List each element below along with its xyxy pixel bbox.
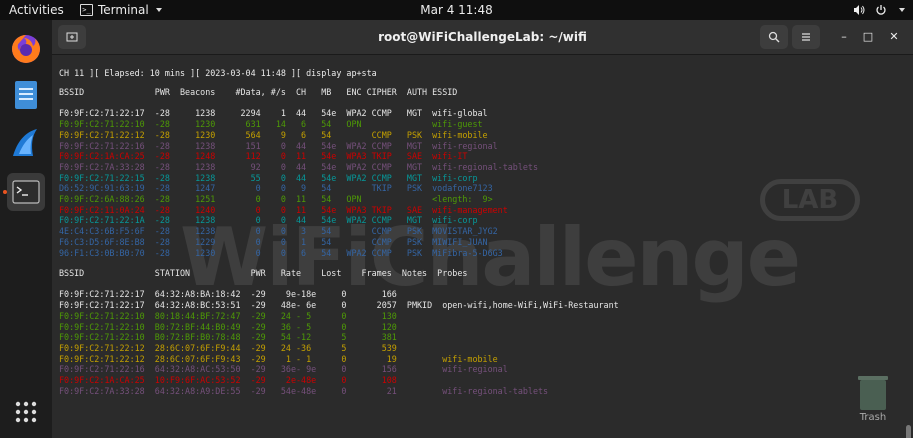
ap-rows: F0:9F:C2:71:22:17 -28 1238 2294 1 44 54e… bbox=[59, 108, 538, 258]
ap-row: F0:9F:C2:71:22:10 -28 1230 631 14 6 54 O… bbox=[59, 119, 483, 130]
ap-row: F6:C3:D5:6F:8E:B8 -28 1229 0 0 1 54 CCMP… bbox=[59, 236, 488, 247]
terminal-window: root@WiFiChallengeLab: ~/wifi – □ ✕ WiFi… bbox=[52, 20, 913, 438]
station-row: F0:9F:C2:71:22:10 B0:72:BF:B0:78:48 -29 … bbox=[59, 332, 397, 343]
station-row: F0:9F:C2:71:22:12 28:6C:07:6F:F9:44 -29 … bbox=[59, 342, 397, 353]
ap-row: F0:9F:C2:71:22:16 -28 1238 151 0 44 54e … bbox=[59, 140, 498, 151]
new-tab-button[interactable] bbox=[58, 25, 86, 49]
trash-icon bbox=[858, 376, 888, 410]
search-button[interactable] bbox=[760, 25, 788, 49]
terminal-launcher[interactable] bbox=[7, 173, 45, 211]
wireshark-launcher[interactable] bbox=[7, 124, 45, 162]
station-row: F0:9F:C2:7A:33:28 64:32:A8:A9:DE:55 -29 … bbox=[59, 385, 549, 396]
new-tab-icon bbox=[66, 32, 78, 42]
terminal-output[interactable]: WiFiChallenge LAB CH 11 ][ Elapsed: 10 m… bbox=[52, 55, 913, 438]
station-row: F0:9F:C2:71:22:16 64:32:A8:AC:53:50 -29 … bbox=[59, 364, 508, 375]
maximize-button[interactable]: □ bbox=[856, 20, 880, 54]
ap-row: F0:9F:C2:11:0A:24 -28 1240 0 0 11 54e WP… bbox=[59, 204, 508, 215]
activities-button[interactable]: Activities bbox=[9, 0, 64, 20]
terminal-icon: >_ bbox=[80, 4, 93, 16]
station-row: F0:9F:C2:71:22:17 64:32:A8:BC:53:51 -29 … bbox=[59, 300, 619, 311]
scrollbar[interactable] bbox=[906, 425, 911, 438]
wireshark-icon bbox=[13, 129, 37, 156]
show-apps-icon bbox=[15, 401, 37, 423]
app-menu[interactable]: >_ Terminal bbox=[80, 0, 162, 20]
ap-row: F0:9F:C2:71:22:15 -28 1238 55 0 44 54e W… bbox=[59, 172, 478, 183]
ap-row: F0:9F:C2:6A:88:26 -28 1251 0 0 11 54 OPN… bbox=[59, 194, 493, 205]
close-button[interactable]: ✕ bbox=[882, 20, 906, 54]
ap-row: D6:52:9C:91:63:19 -28 1247 0 0 9 54 TKIP… bbox=[59, 183, 493, 194]
ap-row: F0:9F:C2:71:22:17 -28 1238 2294 1 44 54e… bbox=[59, 108, 488, 119]
access-point-table: BSSID PWR Beacons #Data, #/s CH MB ENC C… bbox=[59, 87, 538, 258]
ap-row: F0:9F:C2:7A:33:28 -28 1238 92 0 44 54e W… bbox=[59, 161, 539, 172]
minimize-icon: – bbox=[841, 30, 847, 43]
minimize-button[interactable]: – bbox=[832, 20, 856, 54]
app-menu-label: Terminal bbox=[98, 3, 149, 17]
chevron-down-icon bbox=[155, 8, 162, 12]
menu-button[interactable] bbox=[792, 25, 820, 49]
station-row: F0:9F:C2:71:22:10 B0:72:BF:44:B0:49 -29 … bbox=[59, 321, 397, 332]
files-launcher[interactable] bbox=[7, 76, 45, 114]
station-row: F0:9F:C2:71:22:17 64:32:A8:BA:18:42 -29 … bbox=[59, 289, 397, 300]
ap-table-header: BSSID PWR Beacons #Data, #/s CH MB ENC C… bbox=[59, 87, 458, 97]
station-table: BSSID STATION PWR Rate Lost Frames Notes… bbox=[59, 268, 619, 396]
power-icon bbox=[876, 5, 886, 15]
show-apps-button[interactable] bbox=[14, 400, 38, 424]
status-line: CH 11 ][ Elapsed: 10 mins ][ 2023-03-04 … bbox=[59, 68, 377, 78]
header-bar[interactable]: root@WiFiChallengeLab: ~/wifi – □ ✕ bbox=[52, 20, 913, 55]
maximize-icon: □ bbox=[862, 30, 874, 43]
terminal-icon bbox=[12, 180, 40, 204]
firefox-icon bbox=[12, 35, 40, 63]
trash-label: Trash bbox=[859, 412, 887, 423]
dock bbox=[0, 20, 53, 438]
system-tray[interactable] bbox=[853, 0, 905, 20]
close-icon: ✕ bbox=[889, 30, 899, 43]
station-row: F0:9F:C2:71:22:10 80:18:44:BF:72:47 -29 … bbox=[59, 310, 397, 321]
ap-row: 96:F1:C3:0B:B0:70 -28 1230 0 0 6 54 WPA2… bbox=[59, 247, 503, 258]
ap-row: F0:9F:C2:71:22:1A -28 1238 0 0 44 54e WP… bbox=[59, 215, 478, 226]
ap-row: F0:9F:C2:71:22:12 -28 1230 564 9 6 54 CC… bbox=[59, 129, 488, 140]
chevron-down-icon bbox=[899, 8, 905, 12]
ap-row: F0:9F:C2:1A:CA:25 -28 1248 112 0 11 54e … bbox=[59, 151, 468, 162]
search-icon bbox=[768, 31, 780, 43]
top-bar: Activities >_ Terminal Mar 4 11:48 bbox=[0, 0, 913, 20]
firefox-launcher[interactable] bbox=[7, 30, 45, 68]
watermark-badge: LAB bbox=[760, 179, 860, 221]
files-icon bbox=[15, 81, 37, 109]
station-rows: F0:9F:C2:71:22:17 64:32:A8:BA:18:42 -29 … bbox=[59, 289, 619, 396]
volume-icon bbox=[854, 5, 865, 15]
hamburger-icon bbox=[802, 33, 810, 41]
trash-desktop-icon[interactable]: Trash bbox=[853, 376, 893, 423]
station-table-header: BSSID STATION PWR Rate Lost Frames Notes… bbox=[59, 268, 468, 278]
station-row: F0:9F:C2:71:22:12 28:6C:07:6F:F9:43 -29 … bbox=[59, 353, 498, 364]
station-row: F0:9F:C2:1A:CA:25 10:F9:6F:AC:53:52 -29 … bbox=[59, 375, 397, 386]
ap-row: 4E:C4:C3:6B:F5:6F -28 1238 0 0 3 54 CCMP… bbox=[59, 226, 498, 237]
